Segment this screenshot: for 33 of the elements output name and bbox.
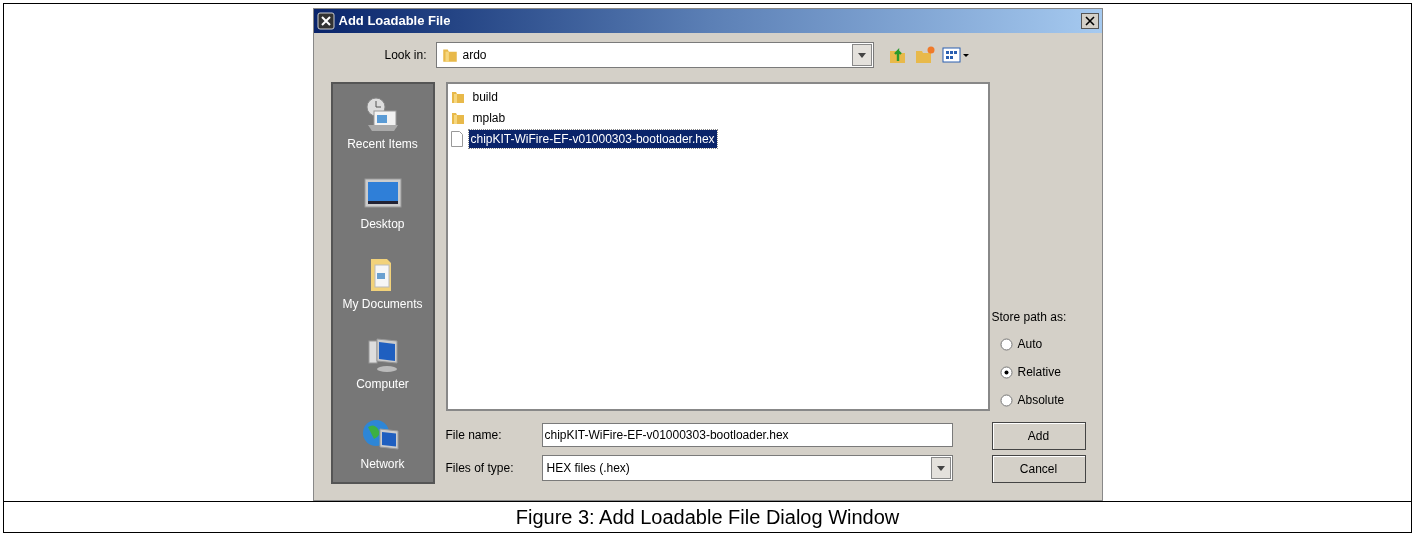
file-item[interactable]: mplab	[470, 108, 508, 127]
file-type-dropdown[interactable]: HEX files (.hex)	[541, 455, 953, 481]
places-item[interactable]: Recent Items	[347, 94, 418, 153]
app-logo-icon	[316, 12, 335, 30]
file-item[interactable]: build	[470, 87, 500, 106]
window-title: Add Loadable File	[338, 12, 452, 31]
places-item[interactable]: Computer	[356, 334, 409, 393]
view-menu-icon[interactable]	[941, 45, 970, 65]
radio-button[interactable]	[999, 365, 1013, 379]
file-type-label: Files of type:	[445, 460, 515, 477]
close-button[interactable]	[1080, 13, 1099, 29]
store-path-label: Store path as:	[991, 309, 1068, 326]
file-icon	[449, 130, 464, 147]
file-item[interactable]: chipKIT-WiFire-EF-v01000303-bootloader.hex	[468, 129, 717, 148]
radio-label: Absolute	[1017, 392, 1065, 409]
dialog-button[interactable]: Add	[991, 422, 1086, 450]
radio-label: Relative	[1017, 364, 1061, 381]
places-item[interactable]: My Documents	[342, 254, 423, 313]
file-name-label: File name:	[445, 427, 503, 444]
places-item[interactable]: Desktop	[360, 174, 405, 233]
radio-label: Auto	[1017, 336, 1043, 353]
folder-icon	[440, 46, 459, 64]
look-in-dropdown[interactable]: ardo	[435, 42, 874, 68]
radio-button[interactable]	[999, 393, 1013, 407]
places-item[interactable]: Network	[360, 414, 405, 473]
figure-caption: Figure 3: Add Loadable File Dialog Window	[515, 505, 900, 530]
radio-button[interactable]	[999, 337, 1013, 351]
file-type-value: HEX files (.hex)	[546, 460, 630, 477]
look-in-label: Look in:	[383, 47, 428, 64]
close-icon[interactable]	[1084, 16, 1095, 26]
folder-name: ardo	[462, 47, 487, 64]
file-name-field[interactable]: chipKIT-WiFire-EF-v01000303-bootloader.hex	[541, 423, 953, 447]
dialog-button[interactable]: Cancel	[991, 455, 1086, 483]
